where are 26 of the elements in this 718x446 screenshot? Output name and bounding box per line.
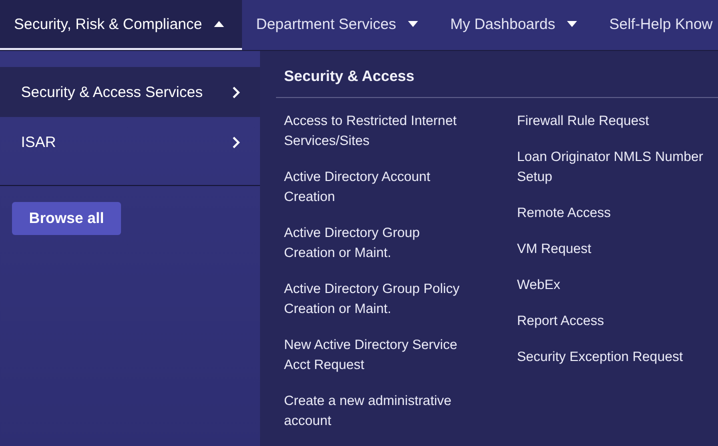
submenu-link[interactable]: New Active Directory Service Acct Request <box>284 335 474 375</box>
nav-menu-item[interactable]: Self-Help Know <box>595 0 718 50</box>
nav-menu-item[interactable]: My Dashboards <box>436 0 596 50</box>
chevron-right-icon <box>232 86 240 98</box>
submenu-link[interactable]: Remote Access <box>517 203 717 223</box>
submenu-link[interactable]: Active Directory Account Creation <box>284 167 474 207</box>
nav-menu-item[interactable]: Security, Risk & Compliance <box>0 0 242 50</box>
submenu-title: Security & Access <box>284 67 416 87</box>
submenu-link[interactable]: Loan Originator NMLS Number Setup <box>517 147 717 187</box>
submenu-link[interactable]: Create a new administrative account <box>284 391 474 431</box>
category-menu-item[interactable]: Security & Access Services <box>0 67 260 117</box>
caret-icon <box>408 21 418 27</box>
submenu-link[interactable]: Access to Restricted Internet Services/Sites <box>284 111 474 151</box>
submenu-link[interactable]: VM Request <box>517 239 717 259</box>
submenu-link[interactable]: Report Access <box>517 311 717 331</box>
chevron-right-icon <box>232 136 240 148</box>
caret-icon <box>214 21 224 27</box>
submenu-link[interactable]: Active Directory Group Creation or Maint. <box>284 223 474 263</box>
browse-all-button[interactable]: Browse all <box>12 202 122 235</box>
submenu-link[interactable]: Active Directory Group Policy Creation or Maint. <box>284 279 474 319</box>
submenu-link[interactable]: WebEx <box>517 275 717 295</box>
submenu-link[interactable]: Security Exception Request <box>517 347 717 367</box>
caret-icon <box>567 21 578 27</box>
submenu-link[interactable]: Firewall Rule Request <box>517 111 717 131</box>
nav-menu-item[interactable]: Department Services <box>242 0 436 50</box>
category-menu-item[interactable]: ISAR <box>0 117 260 167</box>
